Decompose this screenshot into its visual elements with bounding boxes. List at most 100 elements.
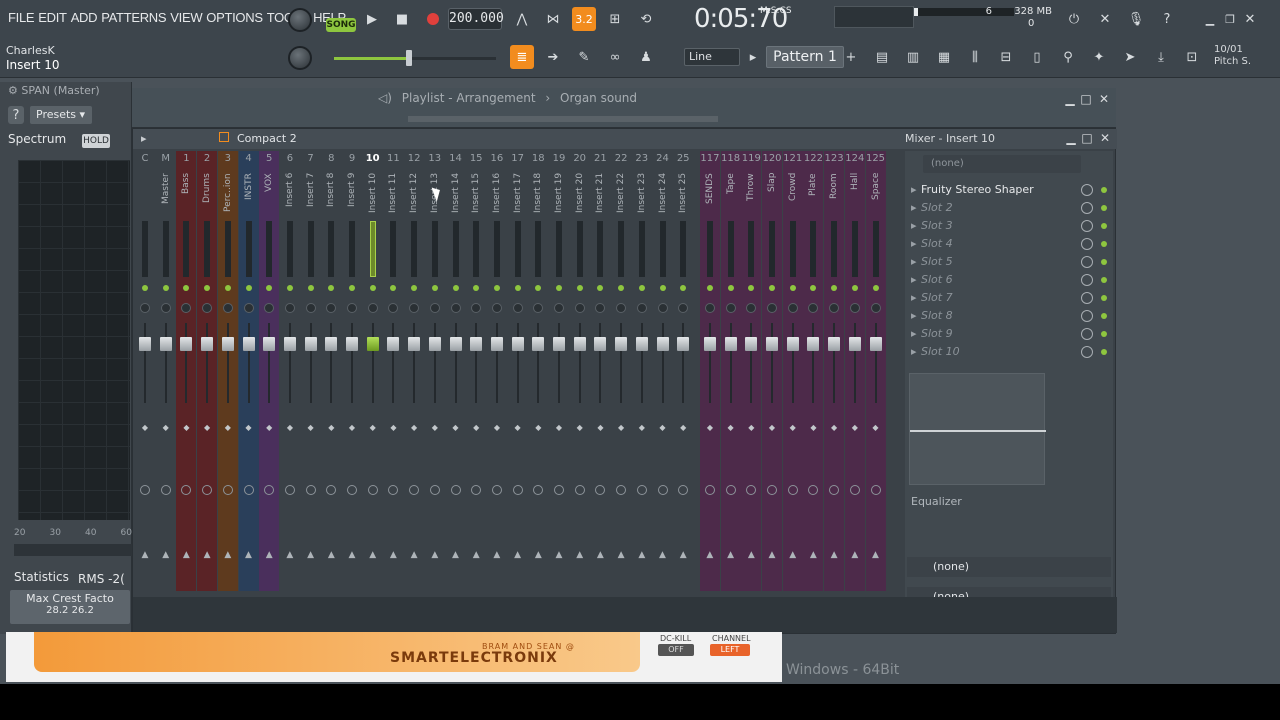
- track-pan-knob[interactable]: [512, 303, 523, 313]
- track-stereo-icon[interactable]: ◆: [430, 424, 440, 432]
- track-volume-fader[interactable]: [677, 337, 690, 351]
- track-send-arrow-icon[interactable]: ▲: [140, 551, 150, 560]
- track-volume-fader[interactable]: [387, 337, 400, 351]
- playlist-close-icon[interactable]: ✕: [1096, 91, 1112, 107]
- microphone-icon[interactable]: 🎙: [1124, 7, 1148, 31]
- track-fx-icon[interactable]: [574, 485, 585, 495]
- track-enable-led[interactable]: [162, 285, 169, 291]
- tools-icon[interactable]: ✕: [1093, 7, 1117, 31]
- track-pan-knob[interactable]: [616, 303, 627, 313]
- track-send-arrow-icon[interactable]: ▲: [554, 551, 564, 560]
- slot-mix-knob[interactable]: [1081, 238, 1093, 250]
- piano-roll-icon[interactable]: ▥: [901, 45, 925, 69]
- track-pan-knob[interactable]: [326, 303, 337, 313]
- track-send-arrow-icon[interactable]: ▲: [202, 551, 212, 560]
- track-pan-knob[interactable]: [595, 303, 606, 313]
- record-button[interactable]: [421, 7, 445, 31]
- track-fx-icon[interactable]: [471, 485, 482, 495]
- main-volume-slider[interactable]: [334, 57, 496, 60]
- track-pan-knob[interactable]: [202, 303, 213, 313]
- track-volume-fader[interactable]: [242, 337, 255, 351]
- track-send-arrow-icon[interactable]: ▲: [637, 551, 647, 560]
- track-stereo-icon[interactable]: ◆: [554, 424, 564, 432]
- track-stereo-icon[interactable]: ◆: [223, 424, 233, 432]
- mixer-track[interactable]: 25 Insert 25 ◆ ▲: [673, 151, 694, 591]
- track-send-arrow-icon[interactable]: ▲: [808, 551, 818, 560]
- track-enable-led[interactable]: [142, 285, 148, 291]
- track-fx-icon[interactable]: [512, 485, 523, 495]
- track-volume-fader[interactable]: [511, 337, 524, 351]
- insert-slot[interactable]: ▸ Slot 3: [905, 217, 1113, 235]
- track-send-arrow-icon[interactable]: ▲: [871, 551, 881, 560]
- mixer-track[interactable]: 9 Insert 9 ◆ ▲: [342, 151, 362, 591]
- play-button[interactable]: ▶: [360, 7, 384, 31]
- track-pan-knob[interactable]: [450, 303, 461, 313]
- track-fx-icon[interactable]: [829, 485, 840, 495]
- track-fx-icon[interactable]: [243, 485, 254, 495]
- mixer-track[interactable]: 8 Insert 8 ◆ ▲: [321, 151, 342, 591]
- metronome-icon[interactable]: ⋀: [510, 7, 534, 31]
- track-enable-led[interactable]: [390, 285, 397, 291]
- track-pan-knob[interactable]: [181, 303, 192, 313]
- insert-slot[interactable]: ▸ Slot 8: [905, 307, 1113, 325]
- track-fx-icon[interactable]: [849, 485, 860, 495]
- slot-mix-knob[interactable]: [1081, 274, 1093, 286]
- track-stereo-icon[interactable]: ◆: [767, 424, 777, 432]
- song-position-clock[interactable]: 0:05:70 M:S:CS: [694, 4, 792, 34]
- mixer-menu-icon[interactable]: ▸: [141, 132, 147, 145]
- mixer-view-label[interactable]: Compact 2: [237, 132, 297, 145]
- mixer-track[interactable]: 2 Drums ◆ ▲: [197, 151, 218, 591]
- browser-icon[interactable]: ⊟: [994, 45, 1018, 69]
- track-fx-icon[interactable]: [657, 485, 668, 495]
- track-fx-icon[interactable]: [616, 485, 627, 495]
- help-icon[interactable]: ?: [1155, 7, 1179, 31]
- track-enable-led[interactable]: [224, 285, 231, 291]
- arrow-tool-icon[interactable]: ➔: [541, 45, 565, 69]
- track-send-arrow-icon[interactable]: ▲: [430, 551, 440, 560]
- track-fx-icon[interactable]: [284, 485, 295, 495]
- track-pan-knob[interactable]: [160, 303, 171, 313]
- track-enable-led[interactable]: [514, 285, 521, 291]
- track-send-arrow-icon[interactable]: ▲: [533, 551, 543, 560]
- track-stereo-icon[interactable]: ◆: [264, 424, 274, 432]
- track-volume-fader[interactable]: [139, 337, 151, 351]
- track-pan-knob[interactable]: [305, 303, 316, 313]
- track-send-arrow-icon[interactable]: ▲: [223, 551, 233, 560]
- mixer-track[interactable]: 18 Insert 18 ◆ ▲: [528, 151, 549, 591]
- track-fx-icon[interactable]: [388, 485, 399, 495]
- pattern-prev-icon[interactable]: ▸: [746, 45, 760, 69]
- master-pitch-knob[interactable]: [288, 46, 312, 70]
- track-stereo-icon[interactable]: ◆: [285, 424, 295, 432]
- slot-enable-led[interactable]: [1101, 349, 1107, 355]
- power-icon[interactable]: ⏻: [1062, 7, 1086, 31]
- track-enable-led[interactable]: [727, 285, 734, 291]
- track-stereo-icon[interactable]: ◆: [140, 424, 150, 432]
- track-fx-icon[interactable]: [725, 485, 736, 495]
- spectrum-tab[interactable]: Spectrum: [8, 132, 66, 146]
- mixer-track[interactable]: 5 VOX ◆ ▲: [259, 151, 280, 591]
- mixer-track[interactable]: 22 Insert 22 ◆ ▲: [611, 151, 632, 591]
- mixer-track[interactable]: 12 Insert 12 ◆ ▲: [404, 151, 425, 591]
- track-stereo-icon[interactable]: ◆: [492, 424, 502, 432]
- channel-rack-icon[interactable]: ▦: [932, 45, 956, 69]
- track-enable-led[interactable]: [535, 285, 542, 291]
- mixer-track[interactable]: 7 Insert 7 ◆ ▲: [300, 151, 321, 591]
- insert-slot[interactable]: ▸ Slot 9: [905, 325, 1113, 343]
- track-fx-icon[interactable]: [409, 485, 420, 495]
- track-stereo-icon[interactable]: ◆: [616, 424, 626, 432]
- mixer-track[interactable]: 20 Insert 20 ◆ ▲: [569, 151, 590, 591]
- track-stereo-icon[interactable]: ◆: [306, 424, 316, 432]
- slot-enable-led[interactable]: [1101, 187, 1107, 193]
- track-fx-icon[interactable]: [140, 485, 150, 495]
- track-send-arrow-icon[interactable]: ▲: [244, 551, 254, 560]
- track-pan-knob[interactable]: [787, 303, 798, 313]
- playlist-view-icon[interactable]: ≣: [510, 45, 534, 69]
- menu-add[interactable]: ADD: [69, 10, 100, 25]
- track-volume-fader[interactable]: [221, 337, 234, 351]
- track-enable-led[interactable]: [307, 285, 314, 291]
- track-pan-knob[interactable]: [849, 303, 860, 313]
- track-enable-led[interactable]: [706, 285, 713, 291]
- track-volume-fader[interactable]: [366, 337, 379, 351]
- mixer-track[interactable]: 6 Insert 6 ◆ ▲: [279, 151, 300, 591]
- track-enable-led[interactable]: [452, 285, 459, 291]
